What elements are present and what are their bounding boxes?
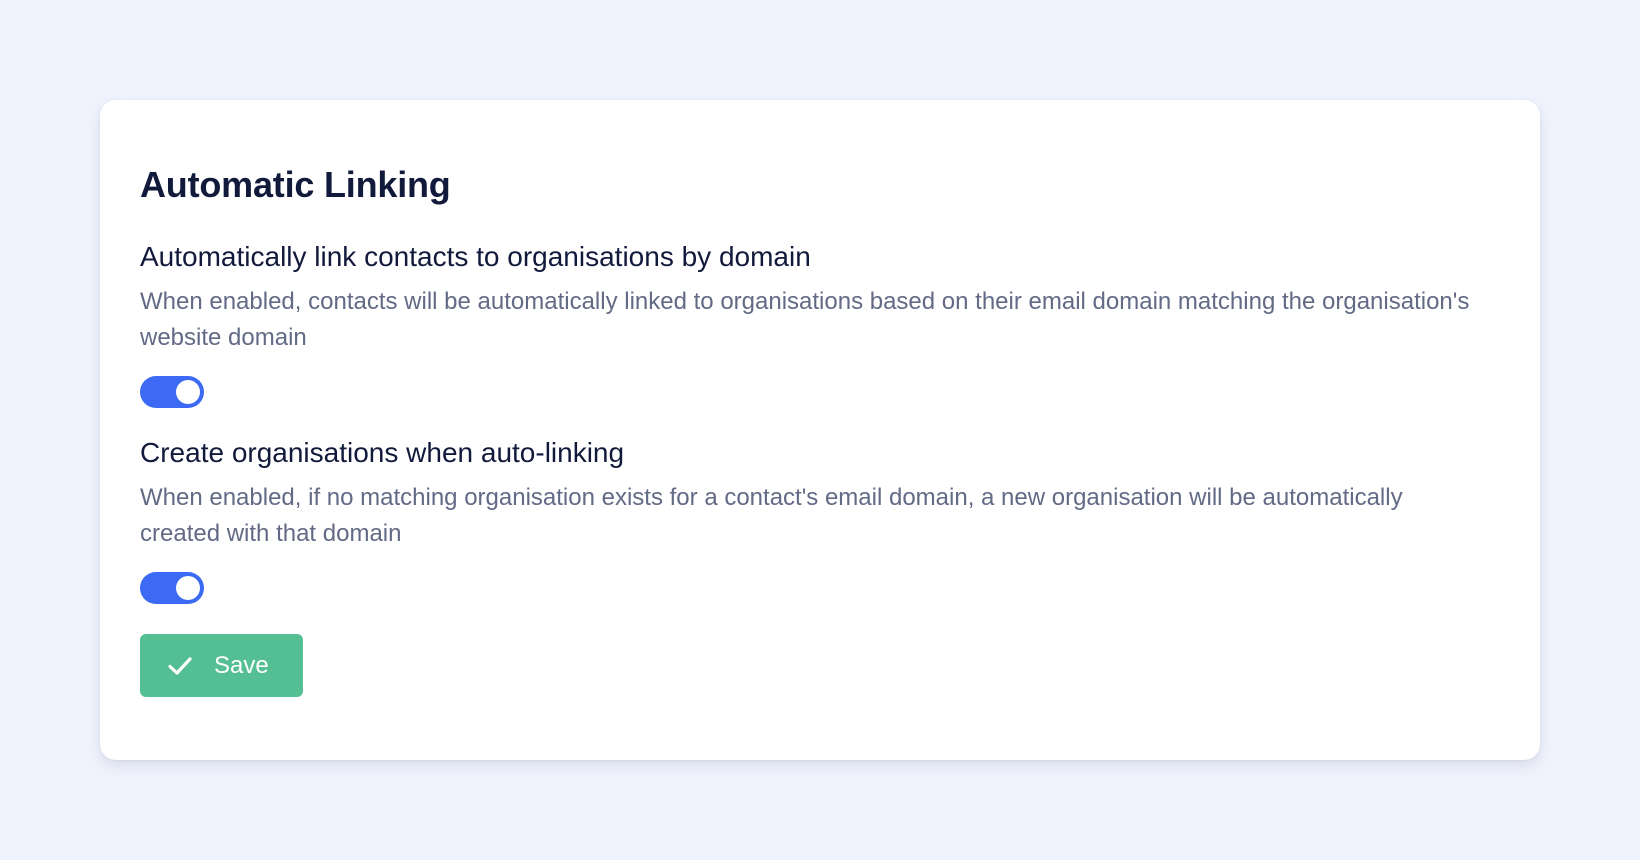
check-icon xyxy=(168,656,192,675)
card-title: Automatic Linking xyxy=(140,164,451,205)
create-organisations-toggle[interactable] xyxy=(140,572,204,604)
setting-label: Create organisations when auto-linking xyxy=(140,437,625,468)
setting-label: Automatically link contacts to organisat… xyxy=(140,241,811,272)
setting-description: When enabled, contacts will be automatic… xyxy=(140,288,1470,351)
setting-description: When enabled, if no matching organisatio… xyxy=(140,484,1403,547)
auto-link-contacts-toggle[interactable] xyxy=(140,376,204,408)
save-button-label: Save xyxy=(214,651,269,679)
setting-create-organisations: Create organisations when auto-linking W… xyxy=(140,436,1480,604)
toggle-knob xyxy=(176,576,200,600)
save-button[interactable]: Save xyxy=(140,634,303,697)
settings-card: Automatic Linking Automatically link con… xyxy=(100,100,1540,760)
toggle-knob xyxy=(176,380,200,404)
setting-auto-link-contacts: Automatically link contacts to organisat… xyxy=(140,240,1480,408)
